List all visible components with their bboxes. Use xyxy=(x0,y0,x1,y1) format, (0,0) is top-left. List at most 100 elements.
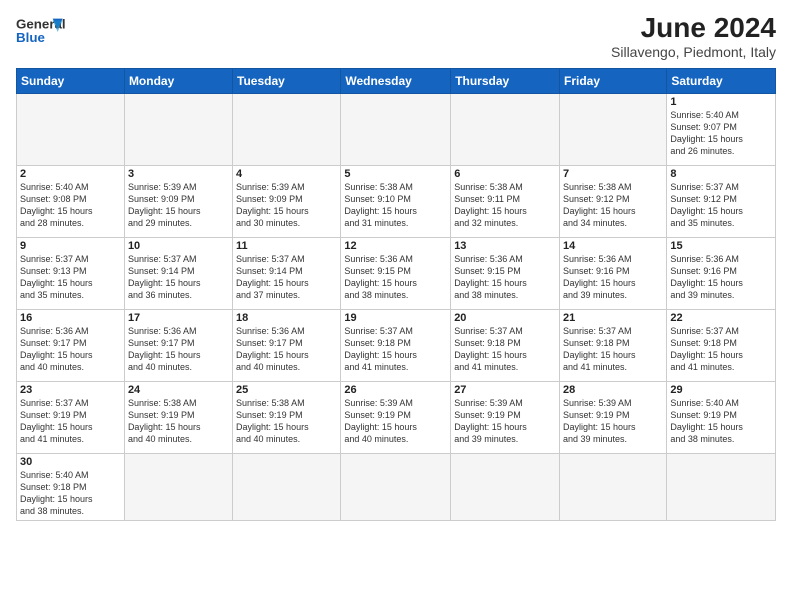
calendar-cell xyxy=(341,94,451,166)
day-info: Sunrise: 5:39 AM Sunset: 9:19 PM Dayligh… xyxy=(344,397,447,446)
day-info: Sunrise: 5:36 AM Sunset: 9:17 PM Dayligh… xyxy=(128,325,229,374)
calendar-cell xyxy=(124,94,232,166)
day-info: Sunrise: 5:37 AM Sunset: 9:18 PM Dayligh… xyxy=(454,325,556,374)
week-row-6: 30Sunrise: 5:40 AM Sunset: 9:18 PM Dayli… xyxy=(17,454,776,521)
week-row-4: 16Sunrise: 5:36 AM Sunset: 9:17 PM Dayli… xyxy=(17,310,776,382)
weekday-header-wednesday: Wednesday xyxy=(341,69,451,94)
day-info: Sunrise: 5:36 AM Sunset: 9:17 PM Dayligh… xyxy=(236,325,337,374)
day-number: 18 xyxy=(236,312,337,324)
day-info: Sunrise: 5:38 AM Sunset: 9:19 PM Dayligh… xyxy=(236,397,337,446)
calendar-cell: 16Sunrise: 5:36 AM Sunset: 9:17 PM Dayli… xyxy=(17,310,125,382)
day-info: Sunrise: 5:37 AM Sunset: 9:14 PM Dayligh… xyxy=(236,253,337,302)
calendar-cell xyxy=(451,454,560,521)
week-row-3: 9Sunrise: 5:37 AM Sunset: 9:13 PM Daylig… xyxy=(17,238,776,310)
calendar-table: SundayMondayTuesdayWednesdayThursdayFrid… xyxy=(16,68,776,521)
day-info: Sunrise: 5:39 AM Sunset: 9:19 PM Dayligh… xyxy=(454,397,556,446)
day-number: 28 xyxy=(563,384,663,396)
weekday-header-saturday: Saturday xyxy=(667,69,776,94)
calendar-cell: 3Sunrise: 5:39 AM Sunset: 9:09 PM Daylig… xyxy=(124,166,232,238)
day-number: 25 xyxy=(236,384,337,396)
day-info: Sunrise: 5:38 AM Sunset: 9:10 PM Dayligh… xyxy=(344,181,447,230)
day-info: Sunrise: 5:40 AM Sunset: 9:08 PM Dayligh… xyxy=(20,181,121,230)
day-info: Sunrise: 5:37 AM Sunset: 9:18 PM Dayligh… xyxy=(670,325,772,374)
calendar-cell: 22Sunrise: 5:37 AM Sunset: 9:18 PM Dayli… xyxy=(667,310,776,382)
calendar-cell: 12Sunrise: 5:36 AM Sunset: 9:15 PM Dayli… xyxy=(341,238,451,310)
day-number: 1 xyxy=(670,96,772,108)
calendar-cell: 6Sunrise: 5:38 AM Sunset: 9:11 PM Daylig… xyxy=(451,166,560,238)
day-info: Sunrise: 5:37 AM Sunset: 9:18 PM Dayligh… xyxy=(563,325,663,374)
calendar-cell: 30Sunrise: 5:40 AM Sunset: 9:18 PM Dayli… xyxy=(17,454,125,521)
day-number: 4 xyxy=(236,168,337,180)
calendar-cell: 7Sunrise: 5:38 AM Sunset: 9:12 PM Daylig… xyxy=(560,166,667,238)
calendar-cell xyxy=(124,454,232,521)
day-info: Sunrise: 5:36 AM Sunset: 9:17 PM Dayligh… xyxy=(20,325,121,374)
day-number: 9 xyxy=(20,240,121,252)
day-info: Sunrise: 5:37 AM Sunset: 9:13 PM Dayligh… xyxy=(20,253,121,302)
weekday-header-friday: Friday xyxy=(560,69,667,94)
calendar-cell: 5Sunrise: 5:38 AM Sunset: 9:10 PM Daylig… xyxy=(341,166,451,238)
day-number: 14 xyxy=(563,240,663,252)
day-info: Sunrise: 5:37 AM Sunset: 9:12 PM Dayligh… xyxy=(670,181,772,230)
location-subtitle: Sillavengo, Piedmont, Italy xyxy=(611,44,776,60)
header: General Blue June 2024 Sillavengo, Piedm… xyxy=(16,12,776,60)
day-number: 21 xyxy=(563,312,663,324)
weekday-header-thursday: Thursday xyxy=(451,69,560,94)
calendar-cell: 14Sunrise: 5:36 AM Sunset: 9:16 PM Dayli… xyxy=(560,238,667,310)
calendar-cell xyxy=(17,94,125,166)
day-number: 15 xyxy=(670,240,772,252)
day-info: Sunrise: 5:37 AM Sunset: 9:14 PM Dayligh… xyxy=(128,253,229,302)
day-info: Sunrise: 5:40 AM Sunset: 9:18 PM Dayligh… xyxy=(20,469,121,518)
day-info: Sunrise: 5:37 AM Sunset: 9:19 PM Dayligh… xyxy=(20,397,121,446)
calendar-cell: 2Sunrise: 5:40 AM Sunset: 9:08 PM Daylig… xyxy=(17,166,125,238)
day-number: 10 xyxy=(128,240,229,252)
week-row-1: 1Sunrise: 5:40 AM Sunset: 9:07 PM Daylig… xyxy=(17,94,776,166)
day-number: 5 xyxy=(344,168,447,180)
calendar-cell xyxy=(341,454,451,521)
day-info: Sunrise: 5:38 AM Sunset: 9:12 PM Dayligh… xyxy=(563,181,663,230)
calendar-cell: 8Sunrise: 5:37 AM Sunset: 9:12 PM Daylig… xyxy=(667,166,776,238)
day-info: Sunrise: 5:40 AM Sunset: 9:19 PM Dayligh… xyxy=(670,397,772,446)
day-number: 2 xyxy=(20,168,121,180)
day-info: Sunrise: 5:38 AM Sunset: 9:19 PM Dayligh… xyxy=(128,397,229,446)
week-row-2: 2Sunrise: 5:40 AM Sunset: 9:08 PM Daylig… xyxy=(17,166,776,238)
day-info: Sunrise: 5:39 AM Sunset: 9:19 PM Dayligh… xyxy=(563,397,663,446)
title-block: June 2024 Sillavengo, Piedmont, Italy xyxy=(611,12,776,60)
calendar-cell xyxy=(451,94,560,166)
calendar-cell: 20Sunrise: 5:37 AM Sunset: 9:18 PM Dayli… xyxy=(451,310,560,382)
calendar-cell: 19Sunrise: 5:37 AM Sunset: 9:18 PM Dayli… xyxy=(341,310,451,382)
day-number: 16 xyxy=(20,312,121,324)
day-info: Sunrise: 5:40 AM Sunset: 9:07 PM Dayligh… xyxy=(670,109,772,158)
day-number: 23 xyxy=(20,384,121,396)
day-info: Sunrise: 5:38 AM Sunset: 9:11 PM Dayligh… xyxy=(454,181,556,230)
calendar-cell: 25Sunrise: 5:38 AM Sunset: 9:19 PM Dayli… xyxy=(233,382,341,454)
day-info: Sunrise: 5:39 AM Sunset: 9:09 PM Dayligh… xyxy=(128,181,229,230)
day-number: 20 xyxy=(454,312,556,324)
day-number: 24 xyxy=(128,384,229,396)
calendar-cell xyxy=(560,94,667,166)
calendar-cell: 28Sunrise: 5:39 AM Sunset: 9:19 PM Dayli… xyxy=(560,382,667,454)
svg-text:Blue: Blue xyxy=(16,30,45,45)
day-number: 27 xyxy=(454,384,556,396)
day-info: Sunrise: 5:36 AM Sunset: 9:16 PM Dayligh… xyxy=(563,253,663,302)
day-info: Sunrise: 5:36 AM Sunset: 9:16 PM Dayligh… xyxy=(670,253,772,302)
weekday-header-tuesday: Tuesday xyxy=(233,69,341,94)
calendar-cell: 21Sunrise: 5:37 AM Sunset: 9:18 PM Dayli… xyxy=(560,310,667,382)
calendar-cell: 11Sunrise: 5:37 AM Sunset: 9:14 PM Dayli… xyxy=(233,238,341,310)
day-number: 30 xyxy=(20,456,121,468)
calendar-page: General Blue June 2024 Sillavengo, Piedm… xyxy=(0,0,792,529)
calendar-cell xyxy=(233,94,341,166)
day-number: 6 xyxy=(454,168,556,180)
day-info: Sunrise: 5:39 AM Sunset: 9:09 PM Dayligh… xyxy=(236,181,337,230)
calendar-cell: 10Sunrise: 5:37 AM Sunset: 9:14 PM Dayli… xyxy=(124,238,232,310)
calendar-cell xyxy=(667,454,776,521)
weekday-header-monday: Monday xyxy=(124,69,232,94)
calendar-cell: 1Sunrise: 5:40 AM Sunset: 9:07 PM Daylig… xyxy=(667,94,776,166)
calendar-cell xyxy=(233,454,341,521)
day-number: 3 xyxy=(128,168,229,180)
day-number: 13 xyxy=(454,240,556,252)
calendar-cell: 29Sunrise: 5:40 AM Sunset: 9:19 PM Dayli… xyxy=(667,382,776,454)
day-number: 29 xyxy=(670,384,772,396)
calendar-cell: 17Sunrise: 5:36 AM Sunset: 9:17 PM Dayli… xyxy=(124,310,232,382)
calendar-cell: 15Sunrise: 5:36 AM Sunset: 9:16 PM Dayli… xyxy=(667,238,776,310)
day-info: Sunrise: 5:37 AM Sunset: 9:18 PM Dayligh… xyxy=(344,325,447,374)
